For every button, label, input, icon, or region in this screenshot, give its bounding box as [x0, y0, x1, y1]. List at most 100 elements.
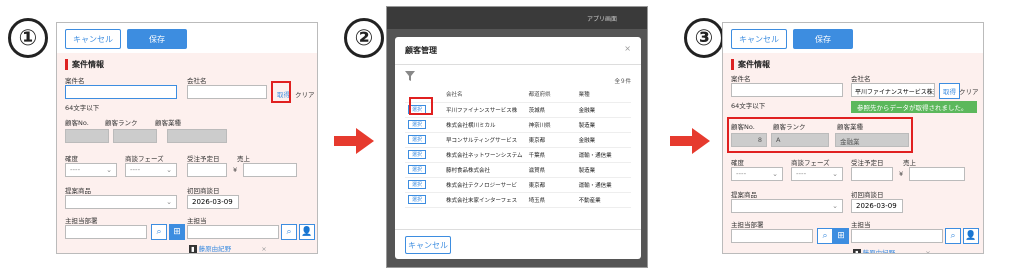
filter-icon[interactable] — [405, 71, 415, 81]
close-icon[interactable]: × — [624, 44, 631, 53]
table-row: 選択 株式会社ネットワーンシステム 千葉県 運輸・通信業 — [405, 147, 631, 163]
dialog-cancel-button[interactable]: キャンセル — [405, 236, 451, 254]
order-date-label: 受注予定日 — [187, 155, 220, 163]
product-select[interactable]: ⌄ — [65, 195, 177, 209]
order-date-label: 受注予定日 — [851, 159, 884, 167]
tutorial-stage: ① ② ③ キャンセル 保存 案件情報 案件名 64文字以下 会社名 取得 クリ… — [0, 0, 1024, 276]
customer-table: 会社名 都道府県 業種 選択 平川ファイナンスサービス株 茨城県 金融業 選択 株式会社… — [405, 87, 631, 208]
select-button[interactable]: 選択 — [408, 150, 426, 159]
product-select[interactable]: ⌄ — [731, 199, 843, 213]
success-message: 参照先からデータが取得されました。 — [851, 101, 977, 113]
project-name-input[interactable] — [731, 83, 843, 97]
select-button[interactable]: 選択 — [408, 180, 426, 189]
customer-rank-field: A — [771, 133, 829, 147]
customer-industry-label: 顧客業種 — [837, 123, 863, 131]
customer-industry-label: 顧客業種 — [155, 119, 181, 127]
table-row: 選択 株式会社横川ミカル 神奈川県 製造業 — [405, 117, 631, 133]
org-chart-icon[interactable]: ⊞ — [169, 224, 185, 240]
first-visit-label: 初回商談日 — [851, 191, 884, 199]
search-icon[interactable]: ⌕ — [817, 228, 833, 244]
person-tag: ▮ 藤原由紀野 × — [189, 245, 267, 253]
cancel-button[interactable]: キャンセル — [65, 29, 121, 49]
deal-phase-select[interactable]: ---- ⌄ — [791, 167, 843, 181]
customer-rank-field — [113, 129, 157, 143]
form-panel-before: キャンセル 保存 案件情報 案件名 64文字以下 会社名 取得 クリア 顧客No… — [56, 22, 318, 254]
company-label: 会社名 — [187, 77, 207, 85]
form-panel-after: キャンセル 保存 案件情報 案件名 64文字以下 会社名 平川ファイナンスサービ… — [722, 22, 984, 254]
clear-button[interactable]: クリア — [295, 89, 315, 99]
main-dept-label: 主担当部署 — [65, 217, 98, 225]
currency-symbol: ¥ — [899, 170, 904, 178]
order-date-input[interactable] — [187, 163, 227, 177]
person-icon[interactable]: 👤 — [963, 228, 979, 244]
select-button[interactable]: 選択 — [408, 165, 426, 174]
cancel-button[interactable]: キャンセル — [731, 29, 787, 49]
deal-phase-label: 商談フェーズ — [791, 159, 830, 167]
step-1-badge: ① — [8, 18, 48, 58]
main-person-label: 主担当 — [851, 221, 871, 229]
main-person-label: 主担当 — [187, 217, 207, 225]
next-arrow-icon — [334, 128, 374, 154]
person-icon[interactable]: 👤 — [299, 224, 315, 240]
select-button[interactable]: 選択 — [408, 120, 426, 129]
deal-phase-label: 商談フェーズ — [125, 155, 164, 163]
step-2-badge: ② — [344, 18, 384, 58]
highlight-box — [271, 81, 291, 103]
person-tag: ▮ 藤原由紀野 × — [853, 247, 931, 253]
deal-phase-select[interactable]: ---- ⌄ — [125, 163, 177, 177]
dialog-title: 顧客管理 — [395, 37, 641, 65]
save-button[interactable]: 保存 — [793, 29, 853, 49]
certainty-select[interactable]: ---- ⌄ — [65, 163, 117, 177]
sales-input[interactable] — [909, 167, 965, 181]
company-input[interactable]: 平川ファイナンスサービス株式 — [851, 83, 935, 97]
product-label: 提案商品 — [65, 187, 91, 195]
search-icon[interactable]: ⌕ — [281, 224, 297, 240]
select-button[interactable]: 選択 — [408, 195, 426, 204]
select-button[interactable]: 選択 — [408, 135, 426, 144]
customer-no-field: 8 — [731, 133, 767, 147]
sales-label: 売上 — [237, 155, 250, 163]
org-chart-icon[interactable]: ⊞ — [833, 228, 849, 244]
app-header: アプリ画面 — [387, 7, 647, 29]
main-person-input[interactable] — [187, 225, 279, 239]
order-date-input[interactable] — [851, 167, 893, 181]
table-row: 選択 株式会社テクノロジーサービ 東京都 運輸・通信業 — [405, 177, 631, 193]
search-icon[interactable]: ⌕ — [151, 224, 167, 240]
section-title: 案件情報 — [65, 59, 309, 70]
customer-no-field — [65, 129, 109, 143]
product-label: 提案商品 — [731, 191, 757, 199]
table-row: 選択 株式会社末家インターフェス 埼玉県 不動産業 — [405, 192, 631, 208]
main-person-input[interactable] — [851, 229, 943, 243]
first-visit-label: 初回商談日 — [187, 187, 220, 195]
customer-no-label: 顧客No. — [65, 119, 89, 127]
step-3-badge: ③ — [684, 18, 724, 58]
sales-input[interactable] — [243, 163, 297, 177]
customer-industry-field — [167, 129, 227, 143]
acquire-button[interactable]: 取得 — [939, 83, 960, 99]
save-button[interactable]: 保存 — [127, 29, 187, 49]
main-dept-input[interactable] — [731, 229, 813, 243]
main-dept-label: 主担当部署 — [731, 221, 764, 229]
project-name-label: 案件名 — [65, 77, 85, 85]
customer-industry-field: 金融業 — [835, 133, 909, 147]
modal-backdrop: アプリ画面 顧客管理 × 全９件 会社名 都道府県 業種 選択 平川ファイナンスサ… — [386, 6, 648, 268]
certainty-label: 確度 — [65, 155, 78, 163]
section-title: 案件情報 — [731, 59, 975, 70]
customer-no-label: 顧客No. — [731, 123, 755, 131]
certainty-select[interactable]: ---- ⌄ — [731, 167, 783, 181]
clear-button[interactable]: クリア — [959, 86, 979, 96]
customer-rank-label: 顧客ランク — [773, 123, 806, 131]
sales-label: 売上 — [903, 159, 916, 167]
first-visit-input[interactable]: 2026-03-09 — [187, 195, 239, 209]
table-row: 選択 平川ファイナンスサービス株 茨城県 金融業 — [405, 102, 631, 118]
customer-rank-label: 顧客ランク — [105, 119, 138, 127]
certainty-label: 確度 — [731, 159, 744, 167]
next-arrow-icon — [670, 128, 710, 154]
project-name-input[interactable] — [65, 85, 177, 99]
company-input[interactable] — [187, 85, 267, 99]
highlight-box — [409, 97, 433, 115]
search-icon[interactable]: ⌕ — [945, 228, 961, 244]
main-dept-input[interactable] — [65, 225, 147, 239]
result-count: 全９件 — [614, 79, 631, 85]
first-visit-input[interactable]: 2026-03-09 — [851, 199, 903, 213]
